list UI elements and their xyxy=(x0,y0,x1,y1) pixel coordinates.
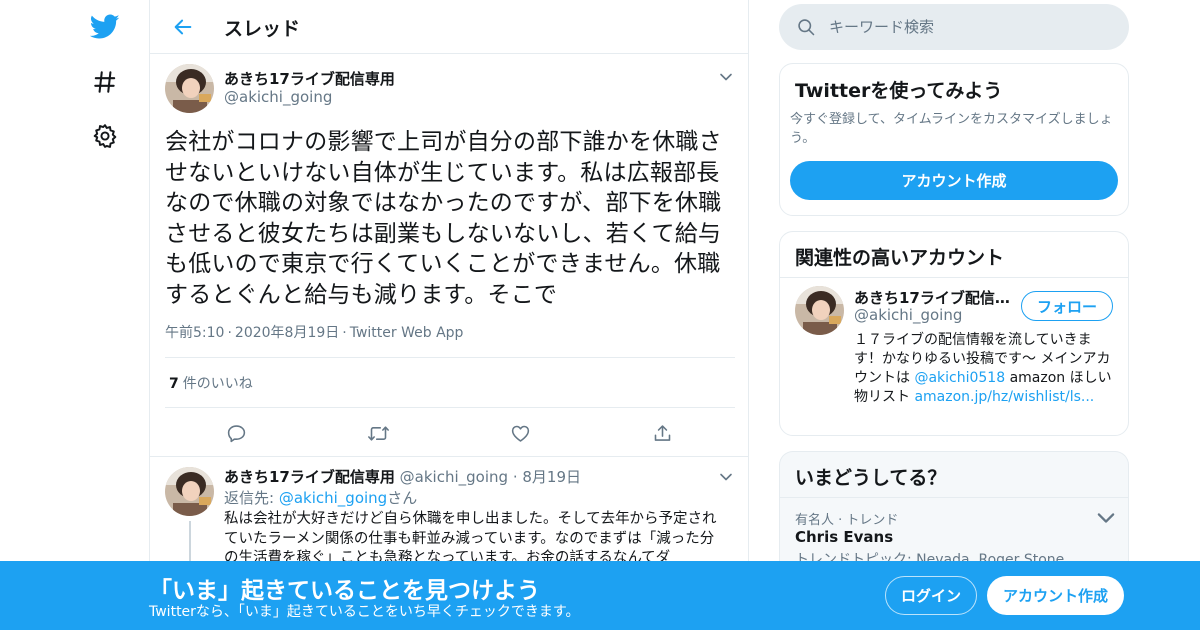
twitter-bird-icon xyxy=(90,14,120,39)
meta-separator: · xyxy=(512,468,518,486)
arrow-left-icon xyxy=(174,19,192,35)
trends-title: いまどうしてる？ xyxy=(795,467,947,489)
divider xyxy=(780,497,1128,498)
banner-title: 「いま」起きていることを見つけよう xyxy=(149,578,540,604)
trend-meta: 有名人 · トレンド xyxy=(795,513,899,528)
page-title: スレッド xyxy=(224,18,301,40)
likes-count: 7 xyxy=(169,376,179,392)
likes-count-link[interactable]: 7 件のいいね xyxy=(169,373,253,393)
tweet-text: 私は会社が大好きだけど自ら休職を申し出ました。そして去年から予定されていたラーメ… xyxy=(224,511,717,566)
bio-mention-link[interactable]: @akichi0518 xyxy=(914,370,1005,386)
tweet-date[interactable]: 2020年8月19日 xyxy=(235,325,339,341)
profile-photo xyxy=(795,286,844,335)
reply-to-line: 返信先: @akichi_goingさん xyxy=(224,487,417,508)
chevron-down-icon xyxy=(720,73,732,81)
signup-card-title: Twitterを使ってみよう xyxy=(795,80,1003,102)
avatar[interactable] xyxy=(165,467,214,516)
signup-card-description: 今すぐ登録して、タイムラインをカスタマイズしましょう。 xyxy=(790,112,1113,146)
divider xyxy=(165,357,735,358)
tweet-date[interactable]: 8月19日 xyxy=(522,468,581,486)
chevron-down-icon xyxy=(720,473,732,481)
banner-subtitle: Twitterなら、「いま」起きていることをいち早くチェックできます。 xyxy=(149,604,580,620)
tweet-actions xyxy=(150,418,748,448)
tweet-author-handle[interactable]: @akichi_going xyxy=(400,468,508,486)
reply-button[interactable] xyxy=(221,418,251,448)
tweet-author-name[interactable]: あきち17ライブ配信専用 xyxy=(224,68,395,89)
reply-icon xyxy=(227,424,245,442)
related-accounts-title: 関連性の高いアカウント xyxy=(795,247,1005,269)
reply-tweet-header: あきち17ライブ配信専用 @akichi_going · 8月19日 xyxy=(224,466,581,487)
divider xyxy=(165,407,735,408)
tweet-time[interactable]: 午前5:10 xyxy=(165,325,224,341)
tweet-source[interactable]: Twitter Web App xyxy=(350,325,464,341)
tweet-text: 会社がコロナの影響で上司が自分の部下誰かを休職させないといけない自体が生じていま… xyxy=(165,129,722,308)
profile-photo xyxy=(165,64,214,113)
left-nav xyxy=(80,0,132,630)
reply-to-handle-link[interactable]: @akichi_going xyxy=(279,489,387,507)
meta-separator: · xyxy=(342,325,347,341)
related-account-bio: １７ライブの配信情報を流していきます！かなりゆるい投稿です〜 メインアカウントは… xyxy=(854,331,1116,407)
back-button[interactable] xyxy=(166,10,200,44)
share-button[interactable] xyxy=(647,418,677,448)
trend-item[interactable]: Chris Evans xyxy=(795,528,893,546)
related-accounts-card: 関連性の高いアカウント あきち17ライブ配信専用 @akichi_going フ… xyxy=(779,231,1129,436)
settings-link[interactable] xyxy=(80,111,130,161)
tweet-meta: 午前5:10 · 2020年8月19日 · Twitter Web App xyxy=(165,322,463,342)
meta-separator: · xyxy=(227,325,232,341)
reply-to-suffix: さん xyxy=(387,489,418,507)
search-icon xyxy=(798,19,815,36)
avatar[interactable] xyxy=(165,64,214,113)
tweet-author-name[interactable]: あきち17ライブ配信専用 xyxy=(224,468,395,486)
avatar[interactable] xyxy=(795,286,844,335)
retweet-button[interactable] xyxy=(363,418,393,448)
thread-header: スレッド xyxy=(150,0,748,54)
reply-to-prefix: 返信先: xyxy=(224,489,279,507)
like-button[interactable] xyxy=(505,418,535,448)
chevron-down-icon[interactable] xyxy=(1096,508,1116,528)
divider xyxy=(780,277,1128,278)
profile-photo xyxy=(165,467,214,516)
divider xyxy=(150,456,748,457)
heart-icon xyxy=(511,425,529,442)
twitter-home-link[interactable] xyxy=(80,2,130,52)
signup-banner: 「いま」起きていることを見つけよう Twitterなら、「いま」起きていることを… xyxy=(0,561,1200,630)
create-account-button[interactable]: アカウント作成 xyxy=(790,161,1118,200)
tweet-menu-button[interactable] xyxy=(716,67,736,87)
hashtag-icon xyxy=(94,71,116,93)
likes-label: 件のいいね xyxy=(182,376,253,392)
search-box xyxy=(779,4,1129,50)
signup-card: Twitterを使ってみよう 今すぐ登録して、タイムラインをカスタマイズしましょ… xyxy=(779,63,1129,216)
explore-link[interactable] xyxy=(80,57,130,107)
search-input[interactable] xyxy=(829,4,1114,50)
related-account-name[interactable]: あきち17ライブ配信専用 xyxy=(854,287,1014,308)
share-icon xyxy=(654,424,670,441)
twitter-thread-page: スレッド あきち17ライブ配信専用 @akichi_going 会社がコロナの影… xyxy=(0,0,1200,630)
tweet-menu-button[interactable] xyxy=(716,467,736,487)
tweet-author-handle[interactable]: @akichi_going xyxy=(224,88,332,106)
related-account-handle[interactable]: @akichi_going xyxy=(854,306,962,324)
thread-column: スレッド あきち17ライブ配信専用 @akichi_going 会社がコロナの影… xyxy=(149,0,749,630)
bio-url-link[interactable]: amazon.jp/hz/wishlist/ls... xyxy=(914,389,1094,405)
login-button[interactable]: ログイン xyxy=(885,576,977,615)
signup-button[interactable]: アカウント作成 xyxy=(987,576,1124,615)
retweet-icon xyxy=(367,425,389,441)
follow-button[interactable]: フォロー xyxy=(1021,291,1113,321)
settings-gear-icon xyxy=(93,124,117,148)
